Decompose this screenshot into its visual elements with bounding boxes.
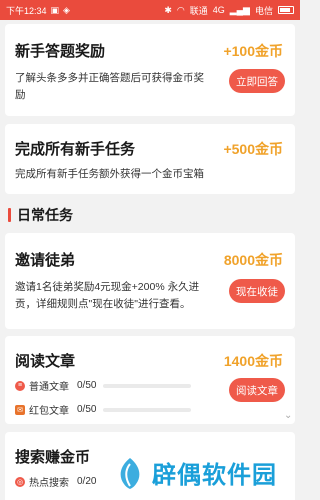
task-title: 阅读文章 [15, 353, 76, 370]
progress-count: 0/50 [77, 380, 97, 391]
progress-count: 0/20 [77, 476, 97, 487]
hot-search-icon: ◎ [15, 476, 25, 487]
section-title: 日常任务 [17, 207, 73, 223]
recruit-now-button[interactable]: 现在收徒 [229, 279, 285, 303]
status-bar: 下午12:34 ▣ ◈ ✱ ◠ 联通 4G ▂▄▆ 电信 [0, 0, 300, 20]
section-marker [8, 208, 11, 222]
progress-label: 普通文章 [29, 382, 69, 393]
task-desc: 邀请1名徒弟奖励4元现金+200% 永久进 贡，详细规则点"现在收徒"进行查看。 [15, 279, 225, 313]
chevron-down-icon[interactable]: ⌄ [284, 410, 296, 422]
progress-bar [103, 407, 191, 412]
progress-row-normal: ≡ 普通文章 0/50 [15, 378, 191, 393]
progress-row-hot-search: ◎ 热点搜索 0/20 [15, 474, 101, 489]
section-header-daily: 日常任务 [8, 205, 73, 225]
task-desc-line: 了解头条多多并正确答题后可获得金币奖 [15, 72, 204, 84]
progress-bar [103, 383, 191, 388]
bluetooth-icon: ✱ [164, 4, 172, 15]
progress-label: 红包文章 [29, 406, 69, 417]
task-card-invite: 邀请徒弟 8000金币 邀请1名徒弟奖励4元现金+200% 永久进 贡，详细规则… [5, 233, 295, 329]
carrier-1: 联通 [189, 5, 208, 16]
task-title: 搜索赚金币 [15, 449, 91, 466]
answer-now-button[interactable]: 立即回答 [229, 69, 285, 93]
status-time: 下午12:34 [6, 5, 47, 16]
task-card-complete-all: 完成所有新手任务 +500金币 完成所有新手任务额外获得一个金币宝箱 [5, 124, 295, 194]
read-articles-button[interactable]: 阅读文章 [229, 378, 285, 402]
task-desc-line: 励 [15, 89, 26, 101]
progress-label: 热点搜索 [29, 478, 69, 489]
network-type: 4G [212, 5, 225, 15]
red-packet-icon: ✉ [15, 404, 25, 415]
wifi-icon: ◠ [176, 4, 185, 15]
leaf-logo-icon [120, 457, 140, 489]
watermark-text: 辟偶软件园 [152, 462, 277, 489]
normal-article-icon: ≡ [15, 380, 25, 391]
task-reward: 8000金币 [223, 252, 283, 268]
progress-row-redpacket: ✉ 红包文章 0/50 [15, 402, 191, 417]
task-desc-line: 贡，详细规则点"现在收徒"进行查看。 [15, 298, 191, 310]
task-title: 新手答题奖励 [15, 43, 106, 60]
notification-icon: ◈ [63, 4, 70, 15]
task-desc: 了解头条多多并正确答题后可获得金币奖 励 [15, 70, 225, 104]
task-reward: +500金币 [223, 141, 283, 157]
image-icon: ▣ [50, 4, 60, 15]
task-card-quiz: 新手答题奖励 +100金币 了解头条多多并正确答题后可获得金币奖 励 立即回答 [5, 24, 295, 116]
task-title: 完成所有新手任务 [15, 141, 136, 158]
watermark: 辟偶软件园 [116, 455, 277, 490]
task-desc-line: 邀请1名徒弟奖励4元现金+200% 永久进 [15, 281, 200, 293]
carrier-2: 电信 [254, 5, 273, 16]
signal-icon: ▂▄▆ [229, 4, 250, 15]
task-card-read: 阅读文章 1400金币 ≡ 普通文章 0/50 ✉ 红包文章 0/50 阅读文章 [5, 336, 295, 424]
battery-icon [278, 6, 294, 14]
task-reward: 1400金币 [223, 353, 283, 369]
task-reward: +100金币 [223, 43, 283, 59]
task-desc: 完成所有新手任务额外获得一个金币宝箱 [15, 168, 204, 180]
progress-count: 0/50 [77, 404, 97, 415]
task-title: 邀请徒弟 [15, 252, 76, 269]
